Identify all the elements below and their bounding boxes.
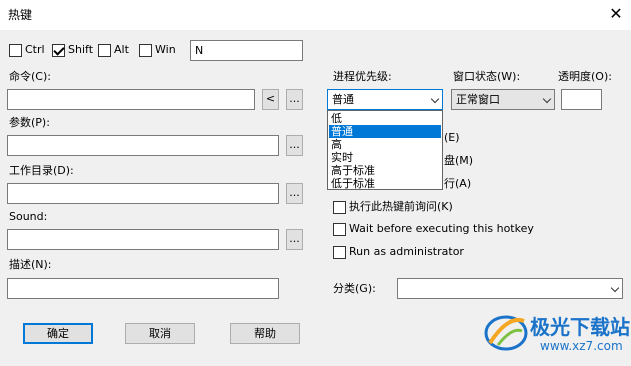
workdir-label: 工作目录(D): (9, 164, 74, 177)
option-partial-m[interactable]: 盘(M) (444, 154, 473, 168)
priority-option-below-normal[interactable]: 低于标准 (329, 177, 441, 190)
transparency-input[interactable] (561, 89, 602, 110)
workdir-browse-button[interactable]: ... (286, 183, 303, 204)
params-browse-button[interactable]: ... (286, 135, 303, 156)
hotkey-key-input[interactable]: N (190, 40, 303, 61)
category-select[interactable] (397, 278, 623, 299)
close-icon[interactable]: ✕ (603, 2, 629, 26)
window-state-select[interactable]: 正常窗口 (451, 89, 555, 110)
shift-label: Shift (68, 43, 94, 56)
help-button[interactable]: 帮助 (230, 323, 300, 344)
description-label: 描述(N): (9, 258, 52, 271)
sound-input[interactable] (7, 229, 279, 250)
cancel-button[interactable]: 取消 (125, 323, 195, 344)
window-state-label: 窗口状态(W): (453, 70, 521, 83)
wait-before-label: Wait before executing this hotkey (349, 222, 534, 235)
watermark-logo: 极光下载站 www.xz7.com (480, 305, 630, 363)
ok-button[interactable]: 确定 (23, 323, 93, 344)
priority-option-above-normal[interactable]: 高于标准 (329, 164, 441, 177)
run-as-admin-checkbox[interactable] (333, 246, 346, 259)
alt-checkbox[interactable] (98, 44, 111, 57)
ctrl-checkbox[interactable] (9, 44, 22, 57)
ask-before-checkbox[interactable] (333, 201, 346, 214)
title-bar (0, 0, 631, 30)
chevron-down-icon (430, 94, 440, 104)
priority-option-low[interactable]: 低 (329, 112, 441, 125)
priority-option-realtime[interactable]: 实时 (329, 151, 441, 164)
option-partial-a[interactable]: 行(A) (444, 177, 471, 191)
ctrl-label: Ctrl (25, 43, 45, 56)
win-label: Win (155, 43, 176, 56)
history-button[interactable]: < (262, 89, 279, 110)
params-input[interactable] (7, 135, 279, 156)
priority-option-high[interactable]: 高 (329, 138, 441, 151)
sound-browse-button[interactable]: ... (286, 229, 303, 250)
watermark-brand: 极光下载站 (530, 315, 630, 339)
alt-label: Alt (114, 43, 129, 56)
win-checkbox[interactable] (139, 44, 152, 57)
transparency-label: 透明度(O): (558, 70, 612, 83)
workdir-input[interactable] (7, 183, 279, 204)
ask-before-label: 执行此热键前询问(K) (349, 200, 453, 213)
wait-before-checkbox[interactable] (333, 223, 346, 236)
priority-option-normal[interactable]: 普通 (329, 125, 441, 138)
priority-dropdown-list: 低 普通 高 实时 高于标准 低于标准 (327, 110, 443, 190)
command-browse-button[interactable]: ... (286, 89, 303, 110)
description-input[interactable] (7, 278, 279, 299)
watermark-url: www.xz7.com (540, 339, 623, 353)
option-partial-e[interactable]: (E) (444, 131, 460, 145)
window-title: 热键 (8, 8, 33, 22)
chevron-down-icon (610, 283, 620, 293)
chevron-down-icon (542, 94, 552, 104)
sound-label: Sound: (9, 210, 48, 223)
run-as-admin-label: Run as administrator (349, 245, 464, 258)
command-label: 命令(C): (9, 70, 51, 83)
category-label: 分类(G): (333, 282, 376, 295)
priority-select[interactable]: 普通 (327, 89, 443, 110)
params-label: 参数(P): (9, 116, 50, 129)
window-state-value: 正常窗口 (456, 93, 500, 106)
priority-label: 进程优先级: (333, 70, 392, 83)
priority-selected-value: 普通 (332, 93, 354, 106)
command-input[interactable] (7, 89, 255, 110)
shift-checkbox[interactable] (52, 44, 65, 57)
